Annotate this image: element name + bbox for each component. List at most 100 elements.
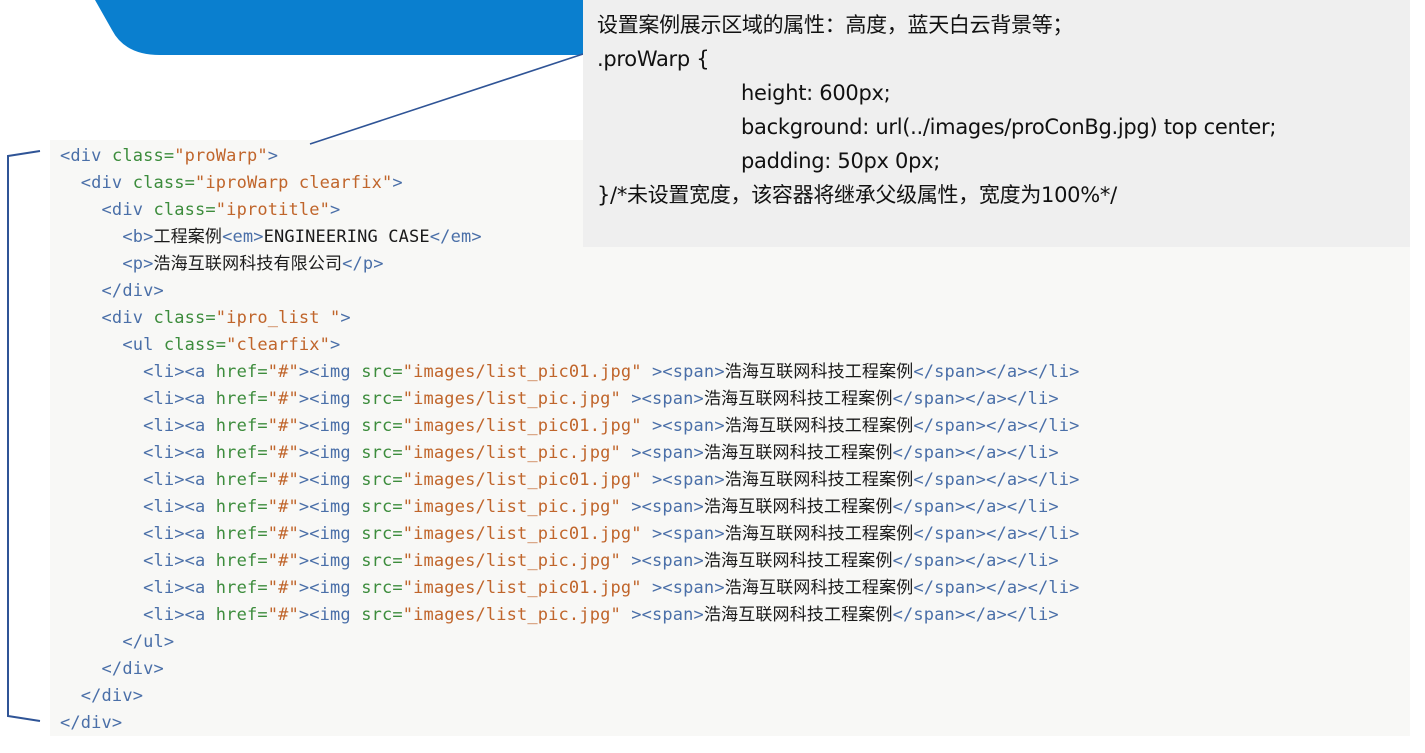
code-token-tag: <p> (122, 254, 154, 274)
code-token-str: "images/list_pic.jpg" (402, 605, 621, 625)
code-token-tag: > (298, 470, 310, 490)
code-token-str: "#" (267, 551, 299, 571)
code-token-tag: </span></a></li> (913, 470, 1080, 490)
code-line: <li><a href="#"><img src="images/list_pi… (60, 413, 1080, 440)
code-token-tag: </span></a></li> (913, 416, 1080, 436)
code-token-tag: ><span> (641, 578, 725, 598)
code-token-tag: <b> (122, 227, 154, 247)
code-token-txt: 浩海互联网科技工程案例 (724, 362, 914, 382)
code-token-tag: <li><a (143, 497, 216, 517)
code-line: <li><a href="#"><img src="images/list_pi… (60, 575, 1080, 602)
code-token-tag: </div> (60, 713, 123, 733)
code-token-txt: 浩海互联网科技工程案例 (703, 497, 893, 517)
code-token-str: "#" (267, 605, 299, 625)
code-token-tag: > (340, 308, 351, 328)
code-token-str: "#" (267, 578, 299, 598)
code-token-attr: href= (215, 389, 268, 409)
code-line: <li><a href="#"><img src="images/list_pi… (60, 602, 1080, 629)
code-token-tag: <li><a (143, 443, 216, 463)
code-token-tag: <img (309, 389, 362, 409)
code-token-tag: > (298, 551, 310, 571)
code-token-tag: ><span> (641, 470, 725, 490)
code-line: </div> (60, 278, 1080, 305)
code-token-tag: </span></a></li> (892, 605, 1059, 625)
code-token-str: "images/list_pic01.jpg" (402, 524, 642, 544)
code-token-tag: ><span> (641, 416, 725, 436)
code-token-txt: 浩海互联网科技工程案例 (703, 605, 893, 625)
callout-line: .proWarp { (597, 47, 710, 71)
callout-line: padding: 50px 0px; (741, 149, 941, 173)
code-token-attr: src= (361, 551, 403, 571)
code-token-tag: </em> (429, 227, 482, 247)
code-token-txt: ENGINEERING CASE (263, 227, 430, 247)
code-token-tag: ><span> (641, 362, 725, 382)
code-token-tag: </span></a></li> (913, 524, 1080, 544)
code-token-tag: > (298, 524, 310, 544)
code-line: <div class="ipro_list "> (60, 305, 1080, 332)
code-token-attr: src= (361, 443, 403, 463)
code-token-attr: src= (361, 605, 403, 625)
code-token-tag: > (298, 389, 310, 409)
code-token-str: "#" (267, 497, 299, 517)
code-token-tag: </span></a></li> (913, 578, 1080, 598)
code-token-tag: <img (309, 605, 362, 625)
code-token-tag: </p> (342, 254, 384, 274)
code-token-tag: > (298, 416, 310, 436)
code-token-tag: ><span> (641, 524, 725, 544)
code-token-tag: <img (309, 362, 362, 382)
code-token-tag: > (298, 443, 310, 463)
code-token-tag: <img (309, 578, 362, 598)
code-token-attr: href= (215, 416, 268, 436)
code-token-tag: <img (309, 551, 362, 571)
code-token-tag: > (298, 497, 310, 517)
code-token-str: "images/list_pic.jpg" (402, 443, 621, 463)
code-token-tag: <div (101, 308, 154, 328)
code-token-tag: <div (101, 200, 154, 220)
code-token-str: "#" (267, 416, 299, 436)
code-token-tag: <img (309, 524, 362, 544)
callout-connector (309, 53, 584, 145)
code-token-str: "#" (267, 389, 299, 409)
code-token-str: "clearfix" (226, 335, 331, 355)
code-token-attr: href= (215, 551, 268, 571)
code-line: <li><a href="#"><img src="images/list_pi… (60, 359, 1080, 386)
callout-line: height: 600px; (741, 81, 891, 105)
code-token-attr: src= (361, 470, 403, 490)
code-token-tag: </span></a></li> (892, 551, 1059, 571)
code-line: </ul> (60, 629, 1080, 656)
code-token-attr: src= (361, 389, 403, 409)
code-token-txt: 浩海互联网科技工程案例 (724, 470, 914, 490)
callout-line: background: url(../images/proConBg.jpg) … (741, 115, 1277, 139)
code-token-tag: ><span> (620, 443, 704, 463)
code-line: <li><a href="#"><img src="images/list_pi… (60, 386, 1080, 413)
code-token-str: "images/list_pic.jpg" (402, 497, 621, 517)
callout-line: }/*未设置宽度，该容器将继承父级属性，宽度为100%*/ (597, 183, 1117, 207)
code-token-str: "#" (267, 362, 299, 382)
code-line: <li><a href="#"><img src="images/list_pi… (60, 521, 1080, 548)
code-token-tag: <ul (122, 335, 164, 355)
code-token-tag: > (298, 605, 310, 625)
code-token-str: "images/list_pic01.jpg" (402, 362, 642, 382)
code-token-tag: </span></a></li> (892, 443, 1059, 463)
code-token-attr: href= (215, 605, 268, 625)
code-token-tag: <img (309, 443, 362, 463)
code-token-attr: src= (361, 497, 403, 517)
code-token-tag: <em> (222, 227, 264, 247)
code-token-tag: <img (309, 416, 362, 436)
code-token-tag: <li><a (143, 524, 216, 544)
code-token-tag: <li><a (143, 362, 216, 382)
code-token-str: "images/list_pic01.jpg" (402, 578, 642, 598)
code-token-tag: ><span> (620, 389, 704, 409)
code-token-txt: 浩海互联网科技工程案例 (724, 578, 914, 598)
code-line: </div> (60, 656, 1080, 683)
